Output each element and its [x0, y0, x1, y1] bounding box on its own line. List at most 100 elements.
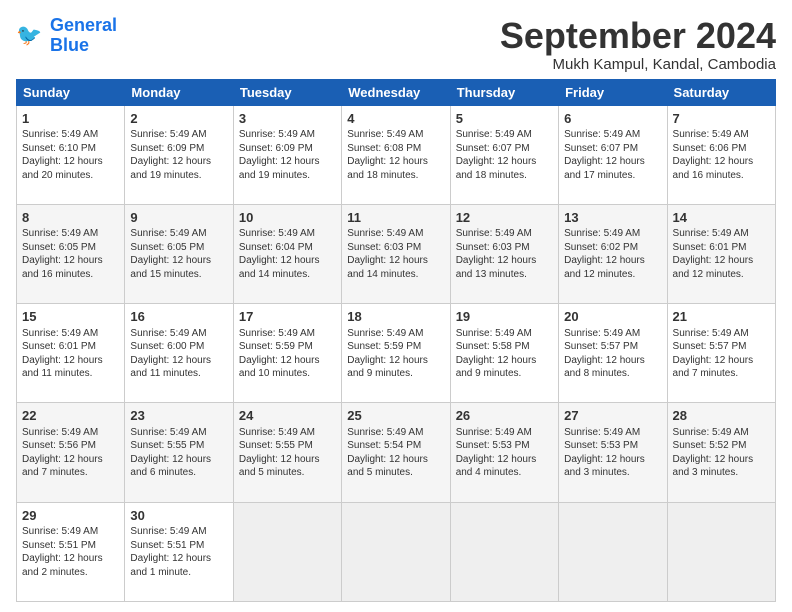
day-number: 11 [347, 209, 444, 227]
calendar-week-row: 22Sunrise: 5:49 AMSunset: 5:56 PMDayligh… [17, 403, 776, 502]
header-thursday: Thursday [450, 79, 558, 105]
day-number: 13 [564, 209, 661, 227]
calendar-day-cell: 27Sunrise: 5:49 AMSunset: 5:53 PMDayligh… [559, 403, 667, 502]
day-number: 16 [130, 308, 227, 326]
day-number: 23 [130, 407, 227, 425]
header-tuesday: Tuesday [233, 79, 341, 105]
day-info: Sunrise: 5:49 AMSunset: 5:59 PMDaylight:… [239, 327, 336, 381]
day-info: Sunrise: 5:49 AMSunset: 6:09 PMDaylight:… [130, 128, 227, 182]
day-info: Sunrise: 5:49 AMSunset: 6:04 PMDaylight:… [239, 227, 336, 281]
calendar-day-cell: 3Sunrise: 5:49 AMSunset: 6:09 PMDaylight… [233, 105, 341, 204]
day-number: 9 [130, 209, 227, 227]
day-number: 3 [239, 110, 336, 128]
header: 🐦 General Blue September 2024 Mukh Kampu… [16, 16, 776, 73]
calendar-day-cell: 11Sunrise: 5:49 AMSunset: 6:03 PMDayligh… [342, 204, 450, 303]
day-info: Sunrise: 5:49 AMSunset: 6:09 PMDaylight:… [239, 128, 336, 182]
title-block: September 2024 Mukh Kampul, Kandal, Camb… [500, 16, 776, 73]
day-info: Sunrise: 5:49 AMSunset: 5:55 PMDaylight:… [239, 426, 336, 480]
calendar-day-cell: 10Sunrise: 5:49 AMSunset: 6:04 PMDayligh… [233, 204, 341, 303]
day-number: 26 [456, 407, 553, 425]
day-info: Sunrise: 5:49 AMSunset: 5:52 PMDaylight:… [673, 426, 770, 480]
calendar-day-cell [667, 502, 775, 601]
calendar-day-cell: 13Sunrise: 5:49 AMSunset: 6:02 PMDayligh… [559, 204, 667, 303]
calendar-day-cell: 8Sunrise: 5:49 AMSunset: 6:05 PMDaylight… [17, 204, 125, 303]
day-info: Sunrise: 5:49 AMSunset: 6:07 PMDaylight:… [456, 128, 553, 182]
calendar-day-cell: 2Sunrise: 5:49 AMSunset: 6:09 PMDaylight… [125, 105, 233, 204]
day-info: Sunrise: 5:49 AMSunset: 5:57 PMDaylight:… [564, 327, 661, 381]
calendar-day-cell: 12Sunrise: 5:49 AMSunset: 6:03 PMDayligh… [450, 204, 558, 303]
day-info: Sunrise: 5:49 AMSunset: 5:53 PMDaylight:… [564, 426, 661, 480]
calendar-day-cell: 22Sunrise: 5:49 AMSunset: 5:56 PMDayligh… [17, 403, 125, 502]
calendar-day-cell [559, 502, 667, 601]
calendar-day-cell: 25Sunrise: 5:49 AMSunset: 5:54 PMDayligh… [342, 403, 450, 502]
day-number: 25 [347, 407, 444, 425]
calendar-day-cell: 20Sunrise: 5:49 AMSunset: 5:57 PMDayligh… [559, 304, 667, 403]
calendar-week-row: 29Sunrise: 5:49 AMSunset: 5:51 PMDayligh… [17, 502, 776, 601]
day-number: 6 [564, 110, 661, 128]
calendar-day-cell: 30Sunrise: 5:49 AMSunset: 5:51 PMDayligh… [125, 502, 233, 601]
day-info: Sunrise: 5:49 AMSunset: 5:55 PMDaylight:… [130, 426, 227, 480]
day-info: Sunrise: 5:49 AMSunset: 5:58 PMDaylight:… [456, 327, 553, 381]
calendar-day-cell [342, 502, 450, 601]
day-info: Sunrise: 5:49 AMSunset: 5:51 PMDaylight:… [22, 525, 119, 579]
day-number: 7 [673, 110, 770, 128]
month-title: September 2024 [500, 16, 776, 56]
day-info: Sunrise: 5:49 AMSunset: 6:00 PMDaylight:… [130, 327, 227, 381]
header-saturday: Saturday [667, 79, 775, 105]
day-number: 22 [22, 407, 119, 425]
day-info: Sunrise: 5:49 AMSunset: 6:03 PMDaylight:… [456, 227, 553, 281]
day-info: Sunrise: 5:49 AMSunset: 5:57 PMDaylight:… [673, 327, 770, 381]
day-info: Sunrise: 5:49 AMSunset: 5:56 PMDaylight:… [22, 426, 119, 480]
calendar-day-cell: 6Sunrise: 5:49 AMSunset: 6:07 PMDaylight… [559, 105, 667, 204]
page: 🐦 General Blue September 2024 Mukh Kampu… [0, 0, 792, 612]
logo-icon: 🐦 [16, 21, 46, 51]
day-info: Sunrise: 5:49 AMSunset: 6:05 PMDaylight:… [130, 227, 227, 281]
calendar-day-cell: 17Sunrise: 5:49 AMSunset: 5:59 PMDayligh… [233, 304, 341, 403]
logo-text: General Blue [50, 16, 117, 56]
day-number: 17 [239, 308, 336, 326]
calendar-day-cell: 1Sunrise: 5:49 AMSunset: 6:10 PMDaylight… [17, 105, 125, 204]
calendar-day-cell: 26Sunrise: 5:49 AMSunset: 5:53 PMDayligh… [450, 403, 558, 502]
calendar-day-cell: 14Sunrise: 5:49 AMSunset: 6:01 PMDayligh… [667, 204, 775, 303]
day-number: 28 [673, 407, 770, 425]
day-number: 10 [239, 209, 336, 227]
day-info: Sunrise: 5:49 AMSunset: 6:01 PMDaylight:… [673, 227, 770, 281]
day-number: 1 [22, 110, 119, 128]
calendar-day-cell: 23Sunrise: 5:49 AMSunset: 5:55 PMDayligh… [125, 403, 233, 502]
calendar-day-cell: 9Sunrise: 5:49 AMSunset: 6:05 PMDaylight… [125, 204, 233, 303]
day-number: 19 [456, 308, 553, 326]
day-info: Sunrise: 5:49 AMSunset: 6:08 PMDaylight:… [347, 128, 444, 182]
calendar-day-cell: 29Sunrise: 5:49 AMSunset: 5:51 PMDayligh… [17, 502, 125, 601]
calendar-day-cell: 18Sunrise: 5:49 AMSunset: 5:59 PMDayligh… [342, 304, 450, 403]
day-info: Sunrise: 5:49 AMSunset: 5:54 PMDaylight:… [347, 426, 444, 480]
calendar-table: Sunday Monday Tuesday Wednesday Thursday… [16, 79, 776, 602]
calendar-day-cell [450, 502, 558, 601]
calendar-day-cell: 28Sunrise: 5:49 AMSunset: 5:52 PMDayligh… [667, 403, 775, 502]
calendar-day-cell: 15Sunrise: 5:49 AMSunset: 6:01 PMDayligh… [17, 304, 125, 403]
day-number: 5 [456, 110, 553, 128]
day-info: Sunrise: 5:49 AMSunset: 6:02 PMDaylight:… [564, 227, 661, 281]
header-monday: Monday [125, 79, 233, 105]
day-number: 24 [239, 407, 336, 425]
logo: 🐦 General Blue [16, 16, 117, 56]
day-info: Sunrise: 5:49 AMSunset: 5:51 PMDaylight:… [130, 525, 227, 579]
day-info: Sunrise: 5:49 AMSunset: 6:07 PMDaylight:… [564, 128, 661, 182]
calendar-week-row: 15Sunrise: 5:49 AMSunset: 6:01 PMDayligh… [17, 304, 776, 403]
calendar-day-cell: 4Sunrise: 5:49 AMSunset: 6:08 PMDaylight… [342, 105, 450, 204]
day-info: Sunrise: 5:49 AMSunset: 6:01 PMDaylight:… [22, 327, 119, 381]
day-number: 15 [22, 308, 119, 326]
calendar-week-row: 8Sunrise: 5:49 AMSunset: 6:05 PMDaylight… [17, 204, 776, 303]
calendar-day-cell: 24Sunrise: 5:49 AMSunset: 5:55 PMDayligh… [233, 403, 341, 502]
header-sunday: Sunday [17, 79, 125, 105]
calendar-day-cell: 7Sunrise: 5:49 AMSunset: 6:06 PMDaylight… [667, 105, 775, 204]
day-number: 2 [130, 110, 227, 128]
day-number: 14 [673, 209, 770, 227]
day-number: 30 [130, 507, 227, 525]
day-info: Sunrise: 5:49 AMSunset: 6:05 PMDaylight:… [22, 227, 119, 281]
calendar-day-cell: 21Sunrise: 5:49 AMSunset: 5:57 PMDayligh… [667, 304, 775, 403]
day-info: Sunrise: 5:49 AMSunset: 5:59 PMDaylight:… [347, 327, 444, 381]
calendar-day-cell: 16Sunrise: 5:49 AMSunset: 6:00 PMDayligh… [125, 304, 233, 403]
calendar-day-cell: 5Sunrise: 5:49 AMSunset: 6:07 PMDaylight… [450, 105, 558, 204]
header-friday: Friday [559, 79, 667, 105]
day-number: 21 [673, 308, 770, 326]
